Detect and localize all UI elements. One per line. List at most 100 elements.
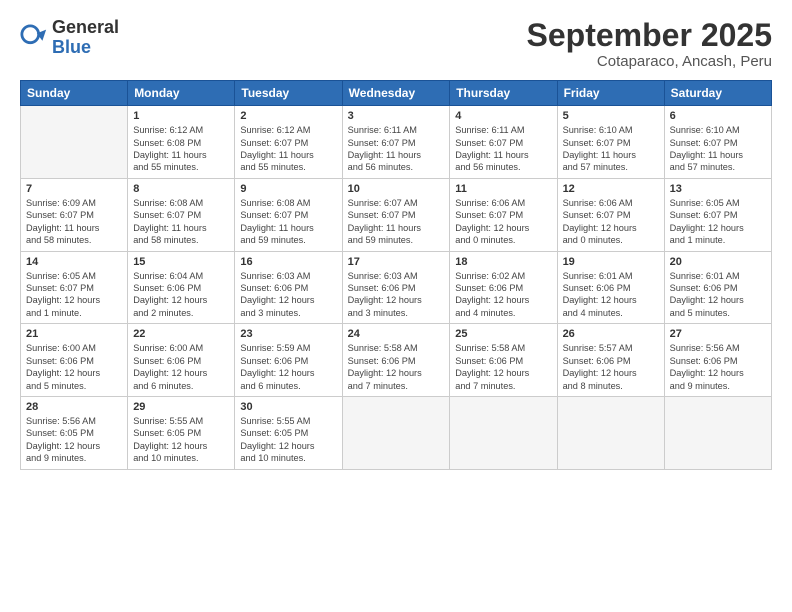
calendar-cell: 21 Sunrise: 6:00 AMSunset: 6:06 PMDayligh…	[21, 324, 128, 397]
day-number: 10	[348, 183, 445, 195]
calendar-cell: 2 Sunrise: 6:12 AMSunset: 6:07 PMDaylight…	[235, 106, 342, 179]
calendar-cell	[664, 396, 771, 469]
calendar-cell: 16Sunrise: 6:03 AMSunset: 6:06 PMDayligh…	[235, 251, 342, 324]
calendar-cell: 7Sunrise: 6:09 AMSunset: 6:07 PMDaylight…	[21, 178, 128, 251]
day-info: Sunrise: 5:56 AMSunset: 6:06 PMDaylight:…	[670, 342, 766, 392]
day-number: 17	[348, 256, 445, 268]
day-number: 28	[26, 401, 122, 413]
calendar-cell: 19Sunrise: 6:01 AMSunset: 6:06 PMDayligh…	[557, 251, 664, 324]
header: General Blue September 2025 Cotaparaco, …	[20, 18, 772, 70]
day-number: 29	[133, 401, 229, 413]
day-number: 2	[240, 110, 336, 122]
logo-general: General	[52, 17, 119, 37]
calendar-cell: 8 Sunrise: 6:08 AMSunset: 6:07 PMDaylight…	[128, 178, 235, 251]
logo-text: General Blue	[52, 18, 119, 58]
calendar-cell: 23 Sunrise: 5:59 AMSunset: 6:06 PMDayligh…	[235, 324, 342, 397]
day-info: Sunrise: 6:10 AMSunset: 6:07 PMDaylight:…	[670, 124, 766, 174]
day-info: Sunrise: 6:08 AMSunset: 6:07 PMDaylight:…	[240, 197, 336, 247]
day-info: Sunrise: 6:07 AMSunset: 6:07 PMDaylight:…	[348, 197, 445, 247]
day-number: 4	[455, 110, 551, 122]
calendar-cell: 25Sunrise: 5:58 AMSunset: 6:06 PMDayligh…	[450, 324, 557, 397]
logo-icon	[20, 24, 48, 52]
day-info: Sunrise: 5:56 AMSunset: 6:05 PMDaylight:…	[26, 415, 122, 465]
day-info: Sunrise: 5:59 AMSunset: 6:06 PMDaylight:…	[240, 342, 336, 392]
page-subtitle: Cotaparaco, Ancash, Peru	[527, 53, 772, 70]
calendar-header-cell: Saturday	[664, 81, 771, 106]
calendar-cell: 13 Sunrise: 6:05 AMSunset: 6:07 PMDayligh…	[664, 178, 771, 251]
day-number: 12	[563, 183, 659, 195]
day-number: 6	[670, 110, 766, 122]
calendar-cell: 28 Sunrise: 5:56 AMSunset: 6:05 PMDayligh…	[21, 396, 128, 469]
calendar-cell	[450, 396, 557, 469]
day-number: 23	[240, 328, 336, 340]
calendar-cell: 14Sunrise: 6:05 AMSunset: 6:07 PMDayligh…	[21, 251, 128, 324]
logo-blue: Blue	[52, 37, 91, 57]
day-number: 8	[133, 183, 229, 195]
calendar-table: SundayMondayTuesdayWednesdayThursdayFrid…	[20, 80, 772, 469]
calendar-cell: 30Sunrise: 5:55 AMSunset: 6:05 PMDayligh…	[235, 396, 342, 469]
calendar-week-row: 14Sunrise: 6:05 AMSunset: 6:07 PMDayligh…	[21, 251, 772, 324]
calendar-week-row: 7Sunrise: 6:09 AMSunset: 6:07 PMDaylight…	[21, 178, 772, 251]
day-number: 26	[563, 328, 659, 340]
day-number: 16	[240, 256, 336, 268]
day-number: 24	[348, 328, 445, 340]
calendar-cell: 12Sunrise: 6:06 AMSunset: 6:07 PMDayligh…	[557, 178, 664, 251]
day-number: 15	[133, 256, 229, 268]
calendar-cell: 5 Sunrise: 6:10 AMSunset: 6:07 PMDaylight…	[557, 106, 664, 179]
day-info: Sunrise: 6:12 AMSunset: 6:07 PMDaylight:…	[240, 124, 336, 174]
calendar-header-cell: Wednesday	[342, 81, 450, 106]
day-number: 22	[133, 328, 229, 340]
calendar-cell: 29 Sunrise: 5:55 AMSunset: 6:05 PMDayligh…	[128, 396, 235, 469]
day-number: 5	[563, 110, 659, 122]
calendar-header-cell: Thursday	[450, 81, 557, 106]
day-info: Sunrise: 6:02 AMSunset: 6:06 PMDaylight:…	[455, 270, 551, 320]
calendar-header-cell: Monday	[128, 81, 235, 106]
calendar-cell: 1Sunrise: 6:12 AMSunset: 6:08 PMDaylight…	[128, 106, 235, 179]
day-info: Sunrise: 6:00 AMSunset: 6:06 PMDaylight:…	[26, 342, 122, 392]
day-number: 19	[563, 256, 659, 268]
calendar-cell: 24 Sunrise: 5:58 AMSunset: 6:06 PMDayligh…	[342, 324, 450, 397]
day-number: 14	[26, 256, 122, 268]
calendar-cell: 22 Sunrise: 6:00 AMSunset: 6:06 PMDayligh…	[128, 324, 235, 397]
page-container: General Blue September 2025 Cotaparaco, …	[0, 0, 792, 480]
calendar-header-cell: Tuesday	[235, 81, 342, 106]
day-info: Sunrise: 6:01 AMSunset: 6:06 PMDaylight:…	[670, 270, 766, 320]
day-info: Sunrise: 5:57 AMSunset: 6:06 PMDaylight:…	[563, 342, 659, 392]
day-number: 21	[26, 328, 122, 340]
day-number: 1	[133, 110, 229, 122]
calendar-cell: 3Sunrise: 6:11 AMSunset: 6:07 PMDaylight…	[342, 106, 450, 179]
day-info: Sunrise: 6:05 AMSunset: 6:07 PMDaylight:…	[670, 197, 766, 247]
day-info: Sunrise: 6:11 AMSunset: 6:07 PMDaylight:…	[348, 124, 445, 174]
calendar-cell: 10 Sunrise: 6:07 AMSunset: 6:07 PMDayligh…	[342, 178, 450, 251]
calendar-header-cell: Friday	[557, 81, 664, 106]
calendar-week-row: 28 Sunrise: 5:56 AMSunset: 6:05 PMDayligh…	[21, 396, 772, 469]
day-info: Sunrise: 5:58 AMSunset: 6:06 PMDaylight:…	[455, 342, 551, 392]
day-number: 18	[455, 256, 551, 268]
calendar-cell: 6 Sunrise: 6:10 AMSunset: 6:07 PMDaylight…	[664, 106, 771, 179]
day-number: 11	[455, 183, 551, 195]
day-number: 20	[670, 256, 766, 268]
calendar-cell: 27 Sunrise: 5:56 AMSunset: 6:06 PMDayligh…	[664, 324, 771, 397]
calendar-cell: 11Sunrise: 6:06 AMSunset: 6:07 PMDayligh…	[450, 178, 557, 251]
calendar-cell	[21, 106, 128, 179]
day-info: Sunrise: 5:55 AMSunset: 6:05 PMDaylight:…	[133, 415, 229, 465]
day-info: Sunrise: 6:10 AMSunset: 6:07 PMDaylight:…	[563, 124, 659, 174]
calendar-cell: 9 Sunrise: 6:08 AMSunset: 6:07 PMDaylight…	[235, 178, 342, 251]
day-info: Sunrise: 6:08 AMSunset: 6:07 PMDaylight:…	[133, 197, 229, 247]
day-info: Sunrise: 6:03 AMSunset: 6:06 PMDaylight:…	[348, 270, 445, 320]
day-info: Sunrise: 5:58 AMSunset: 6:06 PMDaylight:…	[348, 342, 445, 392]
calendar-cell: 17 Sunrise: 6:03 AMSunset: 6:06 PMDayligh…	[342, 251, 450, 324]
day-number: 13	[670, 183, 766, 195]
day-info: Sunrise: 6:04 AMSunset: 6:06 PMDaylight:…	[133, 270, 229, 320]
day-number: 27	[670, 328, 766, 340]
calendar-cell: 20 Sunrise: 6:01 AMSunset: 6:06 PMDayligh…	[664, 251, 771, 324]
logo: General Blue	[20, 18, 119, 58]
day-number: 9	[240, 183, 336, 195]
calendar-header-row: SundayMondayTuesdayWednesdayThursdayFrid…	[21, 81, 772, 106]
day-number: 30	[240, 401, 336, 413]
calendar-cell: 4Sunrise: 6:11 AMSunset: 6:07 PMDaylight…	[450, 106, 557, 179]
calendar-cell	[557, 396, 664, 469]
calendar-cell: 18 Sunrise: 6:02 AMSunset: 6:06 PMDayligh…	[450, 251, 557, 324]
title-block: September 2025 Cotaparaco, Ancash, Peru	[527, 18, 772, 70]
day-info: Sunrise: 6:00 AMSunset: 6:06 PMDaylight:…	[133, 342, 229, 392]
